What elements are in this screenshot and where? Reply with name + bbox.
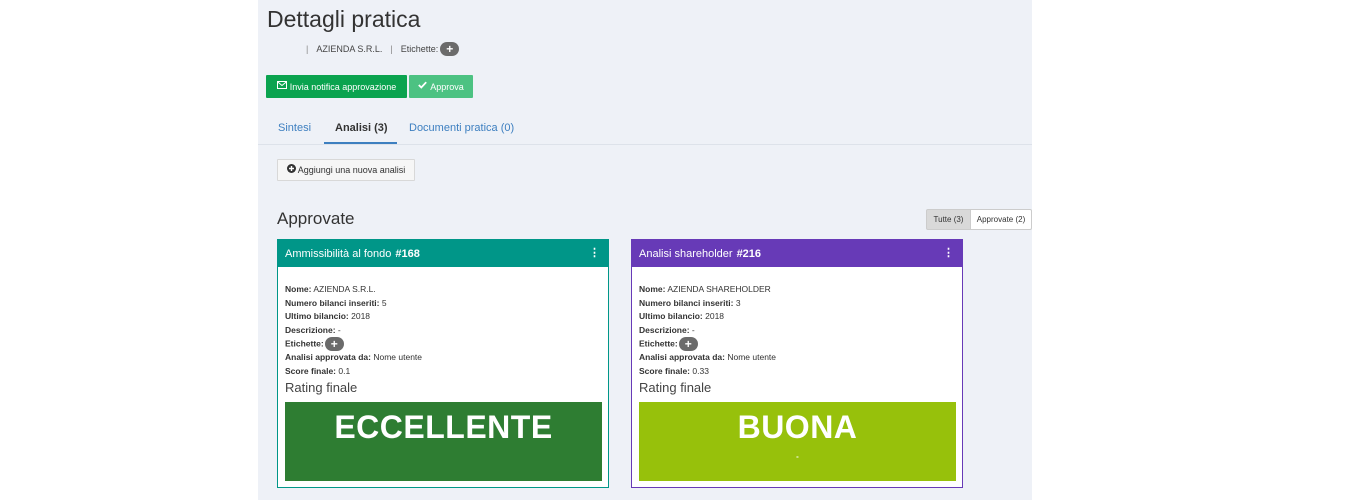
field-row: Etichette: + <box>639 337 955 352</box>
add-tag-button[interactable]: + <box>440 42 460 56</box>
field-label: Nome: <box>285 284 312 294</box>
field-row: Numero bilanci inseriti: 5 <box>285 297 601 311</box>
card-number: #168 <box>395 247 420 260</box>
check-icon <box>418 81 428 92</box>
card-number: #216 <box>736 247 762 260</box>
tab-documenti-pratica[interactable]: Documenti pratica (0) <box>409 122 514 134</box>
approve-button[interactable]: Approva <box>409 75 473 98</box>
kebab-menu-icon[interactable]: ⋮ <box>943 246 954 259</box>
field-value: AZIENDA S.R.L. <box>313 284 376 294</box>
field-label: Analisi approvata da: <box>639 351 725 362</box>
analysis-card: Ammissibilità al fondo #168 ⋮ Nome: AZIE… <box>277 239 609 488</box>
send-approval-notification-button[interactable]: Invia notifica approvazione <box>266 75 407 98</box>
field-row: Ultimo bilancio: 2018 <box>285 310 601 324</box>
field-row: Descrizione: - <box>639 324 955 338</box>
field-value: 2018 <box>351 311 371 322</box>
plus-circle-icon <box>286 164 296 176</box>
field-row: Analisi approvata da: Nome utente <box>285 351 601 365</box>
filter-approved-button[interactable]: Approvate (2) <box>971 209 1032 230</box>
card-title: Ammissibilità al fondo <box>285 247 392 260</box>
rating-label: Rating finale <box>285 380 358 396</box>
card-body: Nome: AZIENDA SHAREHOLDER Numero bilanci… <box>639 283 955 398</box>
card-header: Analisi shareholder #216 ⋮ <box>632 240 962 267</box>
field-value: - <box>337 324 341 335</box>
active-tab-indicator <box>324 142 397 144</box>
field-value: 5 <box>381 297 387 308</box>
field-label: Ultimo bilancio: <box>639 311 703 322</box>
separator: | <box>390 44 393 54</box>
tab-analisi[interactable]: Analisi (3) <box>335 122 388 134</box>
card-body: Nome: AZIENDA S.R.L. Numero bilanci inse… <box>285 283 601 398</box>
field-row: Ultimo bilancio: 2018 <box>639 310 955 324</box>
rating-box: ECCELLENTE <box>285 402 602 481</box>
tags-label: Etichette: <box>400 44 439 54</box>
field-value: Nome utente <box>373 351 423 362</box>
card-header: Ammissibilità al fondo #168 ⋮ <box>278 240 608 267</box>
field-row: Descrizione: - <box>285 324 601 338</box>
field-label: Numero bilanci inseriti: <box>285 297 380 308</box>
field-row: Etichette: + <box>285 337 601 352</box>
filter-button-group: Tutte (3) Approvate (2) <box>926 209 1032 230</box>
field-label: Numero bilanci inseriti: <box>639 297 734 308</box>
kebab-menu-icon[interactable]: ⋮ <box>589 246 600 259</box>
card-title: Analisi shareholder <box>639 247 733 260</box>
field-value: - <box>691 324 695 335</box>
field-row: Score finale: 0.33 <box>639 365 955 379</box>
rating-subtext: - <box>796 452 799 461</box>
field-label: Ultimo bilancio: <box>285 311 349 322</box>
page-title: Dettagli pratica <box>267 6 421 32</box>
add-analysis-label: Aggiungi una nuova analisi <box>297 165 406 175</box>
field-row: Score finale: 0.1 <box>285 365 601 379</box>
field-label: Score finale: <box>285 365 337 376</box>
tab-bar: Sintesi Analisi (3) Documenti pratica (0… <box>258 117 1032 145</box>
field-value: 3 <box>735 297 741 308</box>
add-tag-button[interactable]: + <box>678 337 698 352</box>
rating-box: BUONA - <box>639 402 956 481</box>
field-row: Nome: AZIENDA S.R.L. <box>285 283 601 297</box>
field-label: Nome: <box>639 284 666 294</box>
field-label: Score finale: <box>639 365 691 376</box>
send-approval-notification-label: Invia notifica approvazione <box>289 81 397 92</box>
envelope-icon <box>276 81 287 92</box>
company-name: AZIENDA S.R.L. <box>316 44 383 54</box>
field-row: Nome: AZIENDA SHAREHOLDER <box>639 283 955 297</box>
rating-value: ECCELLENTE <box>334 409 553 445</box>
page-meta: | AZIENDA S.R.L. | Etichette: + <box>298 40 460 58</box>
field-label: Analisi approvata da: <box>285 351 371 362</box>
add-tag-button[interactable]: + <box>324 337 344 352</box>
field-label: Etichette: <box>639 338 678 349</box>
analysis-card: Analisi shareholder #216 ⋮ Nome: AZIENDA… <box>631 239 963 488</box>
rating-label: Rating finale <box>639 380 712 396</box>
field-label: Descrizione: <box>285 324 336 335</box>
filter-all-button[interactable]: Tutte (3) <box>926 209 971 230</box>
field-value: Nome utente <box>727 351 777 362</box>
field-value: 0.1 <box>338 365 351 376</box>
add-analysis-button[interactable]: Aggiungi una nuova analisi <box>277 159 415 181</box>
field-row: Numero bilanci inseriti: 3 <box>639 297 955 311</box>
rating-value: BUONA <box>737 409 858 445</box>
field-row: Analisi approvata da: Nome utente <box>639 351 955 365</box>
field-value: 2018 <box>705 311 725 322</box>
approve-label: Approva <box>430 81 464 92</box>
field-label: Etichette: <box>285 338 324 349</box>
field-value: 0.33 <box>692 365 709 376</box>
section-title-approvate: Approvate <box>277 209 355 228</box>
separator: | <box>306 44 309 54</box>
tab-sintesi[interactable]: Sintesi <box>278 122 311 134</box>
main-panel: Dettagli pratica | AZIENDA S.R.L. | Etic… <box>258 0 1032 500</box>
field-value: AZIENDA SHAREHOLDER <box>667 284 771 294</box>
field-label: Descrizione: <box>639 324 690 335</box>
